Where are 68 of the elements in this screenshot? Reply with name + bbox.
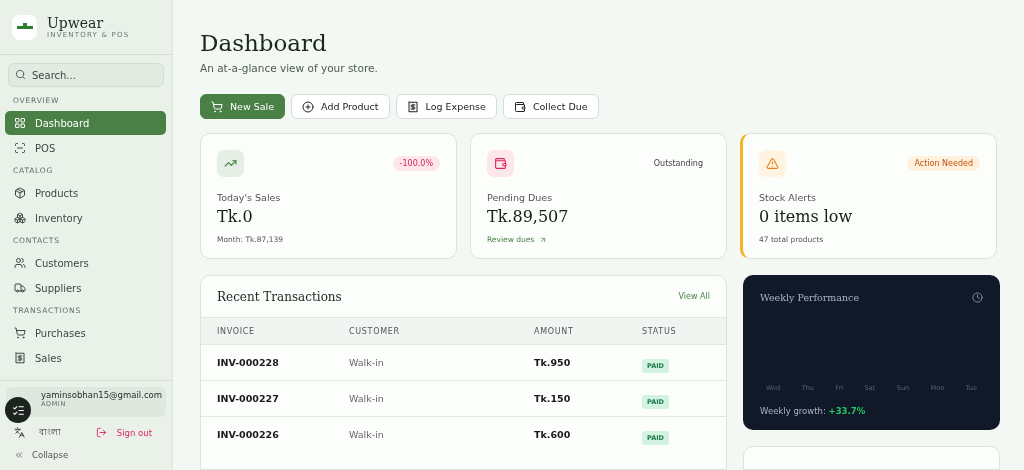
grid-icon [14, 117, 26, 129]
clock-icon [972, 292, 983, 303]
status-badge: Action Needed [907, 156, 980, 171]
card-title: Weekly Performance [760, 292, 860, 303]
page-title: Dashboard [200, 30, 328, 56]
wallet-icon [487, 150, 514, 177]
nav-item[interactable]: POS [5, 136, 166, 160]
cart-icon [14, 327, 26, 339]
table-cell-text: INV-000226 [217, 429, 280, 440]
table-cell-text: Walk-in [349, 357, 385, 368]
column-header: CUSTOMER [349, 326, 401, 336]
stat-label: Pending Dues [487, 192, 554, 203]
chevrons-left-icon [14, 450, 24, 460]
warning-icon [759, 150, 786, 177]
table-cell-text: Tk.950 [534, 357, 572, 368]
nav-item[interactable]: Inventory [5, 206, 166, 230]
package-icon [14, 187, 26, 199]
brand-name: Upwear [47, 15, 105, 31]
logout-icon [95, 427, 107, 438]
action-button[interactable]: Log Expense [395, 94, 497, 119]
nav-item[interactable]: Sales [5, 346, 166, 370]
card-title: Recent Transactions [217, 289, 342, 304]
floating-menu-button[interactable] [5, 397, 31, 423]
scan-icon [14, 142, 26, 154]
stat-value: 0 items low [759, 207, 854, 226]
trend-up-icon [217, 150, 244, 177]
wallet-icon [513, 100, 526, 113]
action-button[interactable]: New Sale [200, 94, 286, 119]
stat-label: Today's Sales [217, 192, 282, 203]
arrow-icon [539, 235, 548, 244]
users-icon [14, 257, 26, 269]
checklist-icon [11, 403, 25, 417]
truck-icon [14, 282, 26, 294]
nav-item[interactable]: Suppliers [5, 276, 166, 300]
table-cell-text: Walk-in [349, 393, 385, 404]
stat-value: Tk.89,507 [487, 207, 570, 226]
table-cell-text: INV-000228 [217, 357, 280, 368]
page-subtitle: An at-a-glance view of your store. [200, 62, 379, 74]
table-cell-text: INV-000227 [217, 393, 280, 404]
status-label: Outstanding [652, 158, 704, 170]
action-button[interactable]: Collect Due [502, 94, 599, 119]
sign-out-button[interactable]: Sign out [95, 427, 152, 438]
receipt-icon [14, 352, 26, 364]
logo-icon [12, 14, 37, 40]
column-header: AMOUNT [534, 326, 575, 336]
nav-item[interactable]: Products [5, 181, 166, 205]
nav-item[interactable]: Purchases [5, 321, 166, 345]
table-cell-text: Walk-in [349, 429, 385, 440]
cart-icon [211, 100, 223, 113]
action-button[interactable]: Add Product [291, 94, 390, 119]
column-header: INVOICE [217, 326, 256, 336]
collapse-button[interactable]: Collapse [6, 444, 77, 466]
column-header: STATUS [642, 326, 678, 336]
nav-item[interactable]: Dashboard [5, 111, 166, 135]
table-cell-text: Tk.150 [534, 393, 572, 404]
language-button[interactable]: বাংলা [14, 425, 61, 440]
stat-value: Tk.0 [217, 207, 254, 226]
status-badge: -100.0% [392, 156, 440, 171]
search-field[interactable]: Search... [8, 63, 164, 87]
table-cell-text: Tk.600 [534, 429, 572, 440]
translate-icon [14, 427, 25, 438]
plus-circle-icon [302, 100, 315, 113]
boxes-icon [14, 212, 26, 224]
stat-label: Stock Alerts [759, 192, 817, 203]
nav-item[interactable]: Customers [5, 251, 166, 275]
receipt-icon [406, 100, 419, 113]
growth-text: Weekly growth: +33.7% [760, 406, 867, 416]
view-all-link[interactable]: View All [678, 292, 710, 301]
